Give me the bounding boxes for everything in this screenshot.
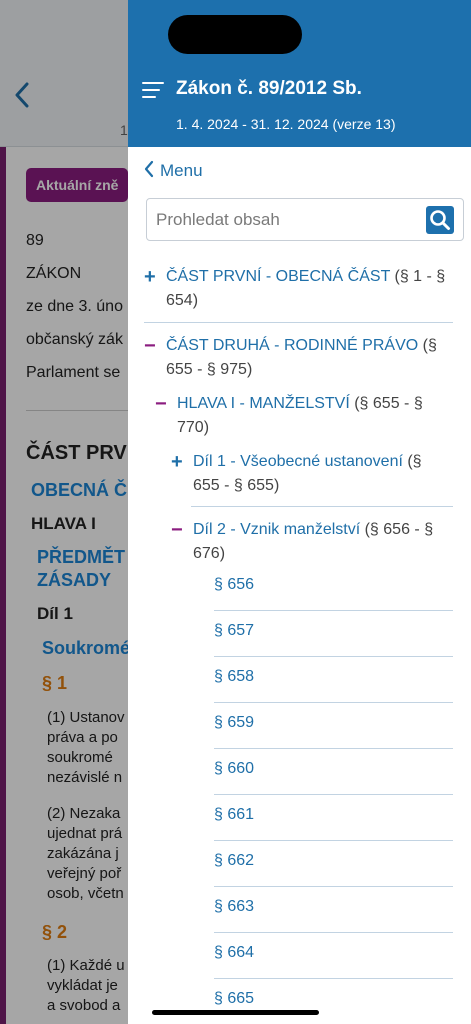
paragraph-label: § 664 (214, 944, 255, 961)
search-button[interactable] (426, 206, 454, 234)
paragraph-label: § 658 (214, 668, 255, 685)
paragraph-link[interactable]: § 663 (214, 887, 453, 933)
menu-back-label: Menu (160, 160, 203, 180)
chevron-left-icon (144, 160, 154, 181)
toc-range-cont: 655 - § 655) (193, 477, 280, 494)
toc-range-cont: 655 - § 975) (166, 361, 253, 378)
toc-title[interactable]: ČÁST PRVNÍ - OBECNÁ ČÁST (166, 268, 390, 285)
expand-icon[interactable]: + (144, 267, 156, 287)
toc-range: (§ 656 - § (360, 521, 434, 538)
toc-item-part-1[interactable]: + ČÁST PRVNÍ - OBECNÁ ČÁST (§ 1 - § 654) (144, 265, 454, 323)
collapse-icon[interactable]: − (171, 520, 183, 540)
law-title: Zákon č. 89/2012 Sb. (176, 78, 362, 99)
search-icon (430, 210, 450, 230)
paragraph-link[interactable]: § 659 (214, 703, 453, 749)
toc-drawer: Zákon č. 89/2012 Sb. 1. 4. 2024 - 31. 12… (128, 0, 471, 1024)
paragraph-label: § 662 (214, 852, 255, 869)
search-box (146, 198, 464, 241)
paragraph-label: § 661 (214, 806, 255, 823)
paragraph-link[interactable]: § 664 (214, 933, 453, 979)
drawer-header: Zákon č. 89/2012 Sb. 1. 4. 2024 - 31. 12… (128, 0, 471, 147)
paragraph-link[interactable]: § 658 (214, 657, 453, 703)
divider (191, 506, 453, 507)
paragraph-link[interactable]: § 661 (214, 795, 453, 841)
toc-title[interactable]: ČÁST DRUHÁ - RODINNÉ PRÁVO (166, 337, 418, 354)
toc-range: (§ 655 - § (349, 395, 423, 412)
paragraph-label: § 665 (214, 990, 255, 1007)
paragraph-label: § 656 (214, 576, 255, 593)
toc-item-head-1[interactable]: − HLAVA I - MANŽELSTVÍ (§ 655 - § 770) (155, 392, 455, 442)
toc-range: (§ (418, 337, 437, 354)
paragraph-label: § 660 (214, 760, 255, 777)
toc-range-cont: 770) (177, 419, 210, 436)
paragraph-link[interactable]: § 660 (214, 749, 453, 795)
paragraph-link[interactable]: § 665 (214, 979, 453, 1024)
paragraph-label: § 657 (214, 622, 255, 639)
toc-range: (§ (402, 453, 422, 470)
collapse-icon[interactable]: − (144, 336, 156, 356)
search-input[interactable] (156, 199, 421, 240)
toc-range-cont: 654) (166, 292, 199, 309)
hamburger-icon[interactable] (142, 80, 164, 100)
paragraph-label: § 663 (214, 898, 255, 915)
paragraph-label: § 659 (214, 714, 255, 731)
paragraph-link[interactable]: § 657 (214, 611, 453, 657)
toc-range: (§ 1 - § (390, 268, 446, 285)
expand-icon[interactable]: + (171, 452, 183, 472)
toc-title[interactable]: Díl 2 - Vznik manželství (193, 521, 360, 538)
toc-item-part-2[interactable]: − ČÁST DRUHÁ - RODINNÉ PRÁVO (§ 655 - § … (144, 334, 454, 384)
version-range: 1. 4. 2024 - 31. 12. 2024 (verze 13) (176, 116, 396, 132)
camera-notch (168, 15, 302, 54)
toc-title[interactable]: Díl 1 - Všeobecné ustanovení (193, 453, 403, 470)
paragraph-link[interactable]: § 656 (214, 565, 453, 611)
collapse-icon[interactable]: − (155, 394, 167, 414)
toc-range-cont: 676) (193, 545, 226, 562)
toc-item-dil-2[interactable]: − Díl 2 - Vznik manželství (§ 656 - § 67… (171, 518, 456, 568)
toc-title[interactable]: HLAVA I - MANŽELSTVÍ (177, 395, 350, 412)
divider (144, 322, 453, 323)
toc-item-dil-1[interactable]: + Díl 1 - Všeobecné ustanovení (§ 655 - … (171, 450, 456, 500)
home-indicator[interactable] (152, 1010, 319, 1015)
paragraph-link[interactable]: § 662 (214, 841, 453, 887)
menu-back-button[interactable]: Menu (144, 160, 203, 181)
